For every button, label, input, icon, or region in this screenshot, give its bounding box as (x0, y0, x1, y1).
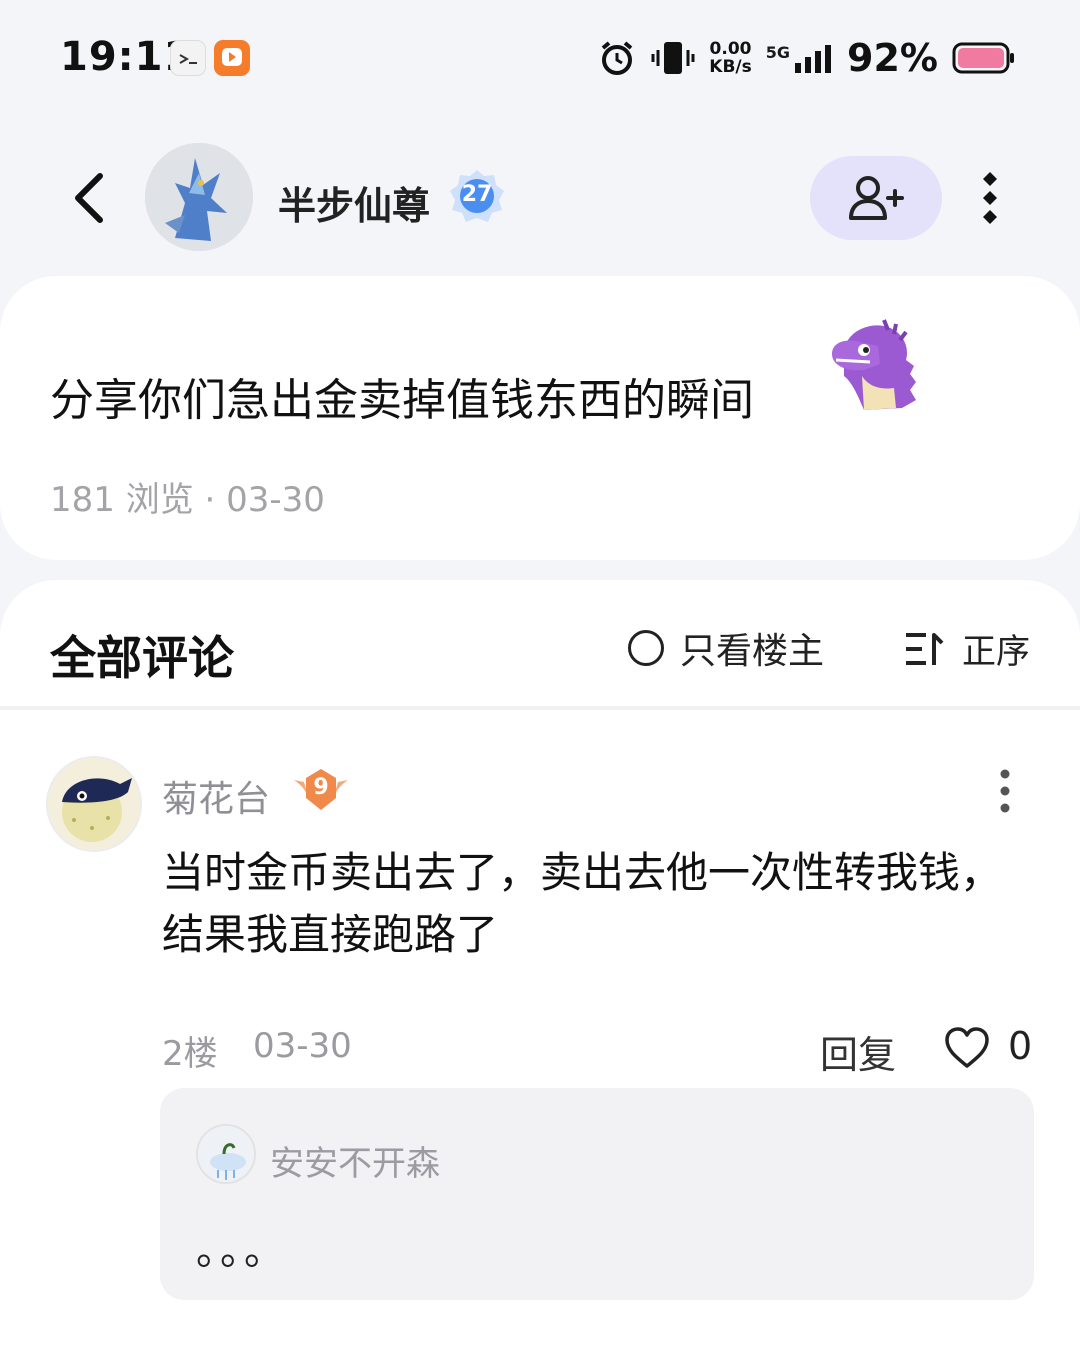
reply-button[interactable]: 回复 (820, 1024, 896, 1079)
more-vertical-icon (983, 172, 997, 224)
network-type: 5G (765, 43, 791, 62)
post-title: 分享你们急出金卖掉值钱东西的瞬间 (50, 375, 754, 426)
sort-order-button[interactable]: 正序 (904, 624, 1030, 673)
reply-text: 。。。 (196, 1228, 288, 1274)
author-level-badge: 27 (448, 168, 506, 226)
more-options-button[interactable] (972, 168, 1008, 228)
post-date: 03-30 (226, 480, 325, 520)
reply-avatar[interactable] (196, 1124, 256, 1184)
dinosaur-sticker-icon (824, 316, 928, 416)
follow-button[interactable] (810, 156, 942, 240)
like-count: 0 (1008, 1024, 1033, 1068)
network-speed-value: 0.00 (709, 39, 752, 59)
meta-separator: · (193, 480, 227, 520)
network-speed-unit: KB/s (709, 57, 752, 77)
author-name[interactable]: 半步仙尊 (278, 175, 430, 230)
sort-label: 正序 (962, 632, 1030, 672)
like-button[interactable] (944, 1026, 990, 1070)
status-bar: 19:11 0.00 KB/s 5G 92% (0, 0, 1080, 120)
alarm-icon (602, 41, 633, 75)
more-vertical-icon (1000, 769, 1010, 813)
comment-avatar[interactable] (46, 756, 142, 852)
reply-username[interactable]: 安安不开森 (270, 1136, 440, 1185)
post-card: 分享你们急出金卖掉值钱东西的瞬间 181 浏览 · 03-30 (0, 276, 1080, 560)
vibrate-icon (651, 42, 695, 74)
signal-icon (795, 45, 832, 73)
comment-date: 03-30 (253, 1026, 352, 1066)
comment-username[interactable]: 菊花台 (162, 770, 270, 822)
back-arrow-icon (75, 173, 103, 223)
radio-circle-icon (628, 630, 664, 666)
comment-floor: 2楼 (162, 1034, 218, 1074)
only-op-toggle[interactable]: 只看楼主 (628, 622, 824, 674)
follow-user-icon (849, 176, 904, 220)
post-meta: 181 浏览 · 03-30 (50, 472, 325, 521)
comments-section: 全部评论 只看楼主 正序 菊花台 9 当时金币卖出去了，卖出去他一次性转我钱，结… (0, 580, 1080, 1367)
battery-percent: 92% (847, 36, 938, 80)
battery-icon (952, 42, 1014, 74)
status-indicators: 0.00 KB/s 5G 92% (597, 34, 1016, 82)
comment-more-button[interactable] (992, 766, 1018, 816)
comment-level-text: 9 (313, 775, 329, 800)
network-speed: 0.00 KB/s (709, 40, 751, 76)
divider (0, 706, 1080, 710)
comment-text: 当时金币卖出去了，卖出去他一次性转我钱，结果我直接跑路了 (162, 848, 1003, 959)
comments-heading: 全部评论 (50, 631, 234, 685)
only-op-label: 只看楼主 (680, 631, 825, 672)
reply-preview-box[interactable]: 安安不开森 。。。 (160, 1088, 1034, 1300)
post-header: 半步仙尊 27 (0, 130, 1080, 260)
signal-indicator: 5G (766, 43, 833, 73)
back-button[interactable] (60, 168, 120, 228)
heart-icon (945, 1027, 989, 1068)
sort-icon (906, 632, 944, 665)
author-level-text: 27 (461, 182, 493, 207)
video-app-icon (214, 40, 250, 76)
post-views: 181 浏览 (50, 480, 194, 520)
author-avatar[interactable] (145, 143, 253, 251)
notification-app-icon (170, 40, 206, 76)
comment-level-badge: 9 (290, 766, 352, 816)
